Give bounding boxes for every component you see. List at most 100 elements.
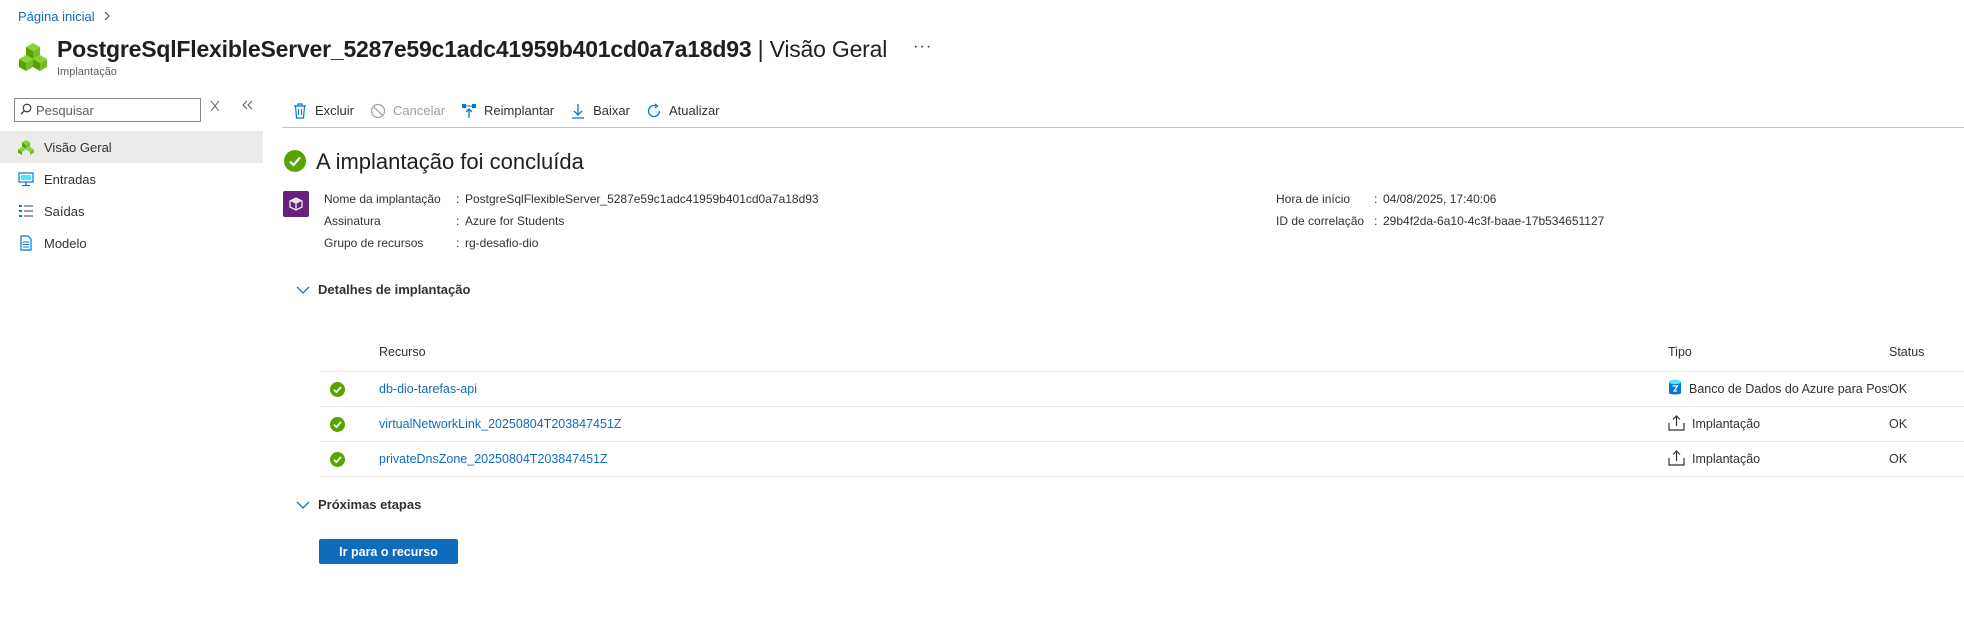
sidebar-item-label: Saídas	[44, 203, 85, 219]
deployment-upload-icon	[1668, 449, 1685, 469]
redeploy-label: Reimplantar	[484, 103, 555, 118]
info-separator: :	[1374, 214, 1378, 228]
status-value: OK	[1889, 417, 1908, 431]
start-time-value: 04/08/2025, 17:40:06	[1383, 192, 1497, 206]
resource-link[interactable]: virtualNetworkLink_20250804T203847451Z	[379, 417, 1668, 431]
info-label: Hora de início	[1276, 192, 1351, 206]
download-icon	[570, 103, 586, 119]
collapse-sidebar-icon[interactable]	[241, 98, 253, 115]
column-header-resource[interactable]: Recurso	[379, 345, 1668, 359]
table-row: virtualNetworkLink_20250804T203847451Z I…	[320, 407, 1964, 442]
page-title: PostgreSqlFlexibleServer_5287e59c1adc419…	[57, 36, 887, 63]
page-subtitle: Implantação	[57, 66, 117, 78]
deployment-name-value: PostgreSqlFlexibleServer_5287e59c1adc419…	[465, 192, 819, 206]
info-row-deployment-name: Nome da implantação : PostgreSqlFlexible…	[324, 188, 819, 210]
resource-group-link[interactable]: rg-desafio-dio	[465, 236, 538, 250]
delete-button[interactable]: Excluir	[292, 102, 354, 124]
outputs-icon	[18, 203, 34, 219]
type-label: Implantação	[1692, 417, 1761, 431]
clear-search-icon[interactable]	[210, 100, 220, 115]
deployment-cubes-icon	[18, 42, 48, 76]
sidebar-item-inputs[interactable]: Entradas	[0, 163, 263, 195]
delete-label: Excluir	[315, 103, 355, 118]
download-button[interactable]: Baixar	[570, 102, 630, 124]
go-to-resource-button[interactable]: Ir para o recurso	[319, 539, 458, 564]
info-label: Assinatura	[324, 214, 381, 228]
table-row: privateDnsZone_20250804T203847451Z Impla…	[320, 442, 1964, 477]
sidebar-item-outputs[interactable]: Saídas	[0, 195, 263, 227]
info-row-subscription: Assinatura : Azure for Students	[324, 210, 819, 232]
more-actions-button[interactable]: ···	[913, 38, 932, 56]
status-value: OK	[1889, 382, 1908, 396]
cancel-label: Cancelar	[393, 103, 446, 118]
deployment-details-toggle[interactable]: Detalhes de implantação	[296, 282, 470, 297]
type-label: Banco de Dados do Azure para PostgreSQL	[1689, 382, 1889, 396]
resource-name: PostgreSqlFlexibleServer_5287e59c1adc419…	[57, 36, 752, 62]
refresh-icon	[646, 102, 662, 119]
info-label: Grupo de recursos	[324, 236, 424, 250]
sidebar-item-label: Visão Geral	[44, 139, 112, 155]
type-label: Implantação	[1692, 452, 1761, 466]
breadcrumb-home-link[interactable]: Página inicial	[18, 9, 95, 24]
redeploy-icon	[461, 103, 477, 119]
section-title: Detalhes de implantação	[318, 282, 471, 297]
sidebar-item-label: Modelo	[44, 235, 87, 251]
search-input[interactable]	[36, 102, 196, 118]
next-steps-toggle[interactable]: Próximas etapas	[296, 497, 421, 512]
template-icon	[18, 235, 34, 251]
subscription-link[interactable]: Azure for Students	[465, 214, 564, 228]
chevron-down-icon	[296, 285, 310, 295]
type-cell: Implantação	[1668, 449, 1889, 469]
row-success-icon	[320, 451, 379, 467]
overview-icon	[18, 139, 34, 155]
page-title-suffix: | Visão Geral	[751, 36, 888, 62]
sidebar-item-template[interactable]: Modelo	[0, 227, 263, 259]
column-header-type[interactable]: Tipo	[1668, 345, 1889, 359]
cancel-button[interactable]: Cancelar	[370, 102, 445, 124]
chevron-right-icon	[103, 10, 111, 24]
column-header-status[interactable]: Status	[1889, 345, 1964, 359]
type-cell: Banco de Dados do Azure para PostgreSQL	[1668, 379, 1889, 399]
info-separator: :	[456, 214, 460, 228]
row-success-icon	[320, 416, 379, 432]
deployment-upload-icon	[1668, 414, 1685, 434]
sidebar-nav: Visão Geral Entradas Saídas Modelo	[0, 131, 263, 259]
resource-link[interactable]: privateDnsZone_20250804T203847451Z	[379, 452, 1668, 466]
resources-table: Recurso Tipo Status db-dio-tarefas-api B…	[320, 332, 1964, 477]
info-label: Nome da implantação	[324, 192, 441, 206]
info-row-correlation-id: ID de correlação : 29b4f2da-6a10-4c3f-ba…	[1276, 210, 1604, 232]
refresh-button[interactable]: Atualizar	[646, 102, 720, 124]
table-header: Recurso Tipo Status	[320, 332, 1964, 372]
table-row: db-dio-tarefas-api Banco de Dados do Azu…	[320, 372, 1964, 407]
postgresql-database-icon	[1668, 379, 1682, 399]
sidebar-item-label: Entradas	[44, 171, 97, 187]
page-header: PostgreSqlFlexibleServer_5287e59c1adc419…	[18, 36, 932, 78]
row-success-icon	[320, 381, 379, 397]
deployment-info-right: Hora de início : 04/08/2025, 17:40:06 ID…	[1276, 188, 1604, 232]
refresh-label: Atualizar	[669, 103, 720, 118]
type-cell: Implantação	[1668, 414, 1889, 434]
search-box	[14, 98, 201, 122]
breadcrumb: Página inicial	[18, 9, 111, 24]
trash-icon	[292, 102, 308, 119]
info-separator: :	[456, 236, 460, 250]
inputs-icon	[18, 171, 34, 187]
chevron-down-icon	[296, 500, 310, 510]
sidebar-item-overview[interactable]: Visão Geral	[0, 131, 263, 163]
redeploy-button[interactable]: Reimplantar	[461, 102, 554, 124]
success-check-icon	[284, 149, 306, 175]
status-value: OK	[1889, 452, 1908, 466]
search-icon	[20, 103, 32, 118]
command-bar: Excluir Cancelar Reimplantar Baixar Atua…	[282, 98, 1964, 128]
deployment-status: A implantação foi concluída	[284, 149, 584, 175]
resource-link[interactable]: db-dio-tarefas-api	[379, 382, 1668, 396]
correlation-id-value: 29b4f2da-6a10-4c3f-baae-17b534651127	[1383, 214, 1605, 228]
info-label: ID de correlação	[1276, 214, 1365, 228]
download-label: Baixar	[593, 103, 630, 118]
info-row-start-time: Hora de início : 04/08/2025, 17:40:06	[1276, 188, 1604, 210]
section-title: Próximas etapas	[318, 497, 422, 512]
cancel-icon	[370, 103, 386, 119]
deployment-info-left: Nome da implantação : PostgreSqlFlexible…	[324, 188, 819, 254]
info-row-resource-group: Grupo de recursos : rg-desafio-dio	[324, 232, 819, 254]
info-separator: :	[456, 192, 460, 206]
